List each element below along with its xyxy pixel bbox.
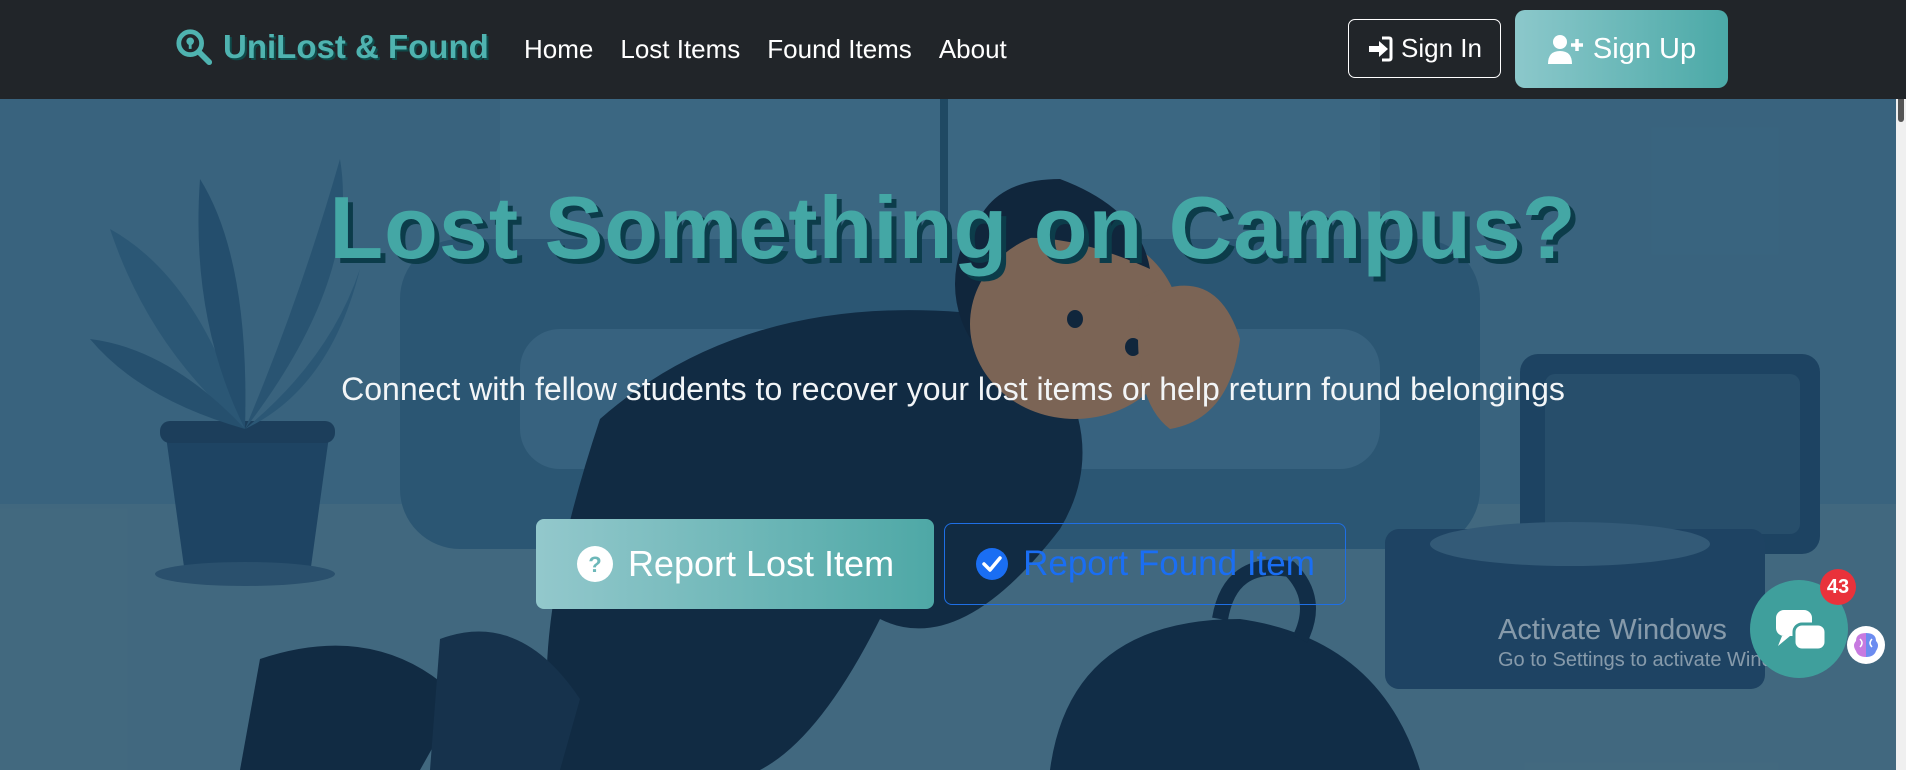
brain-icon[interactable] — [1846, 625, 1886, 665]
brand-logo[interactable]: UniLost & Found — [175, 28, 489, 66]
svg-text:?: ? — [588, 552, 601, 577]
nav-link-found-items[interactable]: Found Items — [767, 34, 912, 65]
sign-in-label: Sign In — [1401, 33, 1482, 63]
check-circle-icon — [976, 548, 1009, 580]
search-location-icon — [176, 29, 213, 66]
sign-up-label: Sign Up — [1592, 32, 1697, 65]
nav-link-home[interactable]: Home — [524, 34, 593, 65]
chat-notification-badge: 43 — [1820, 569, 1856, 605]
page-scrollbar[interactable] — [1896, 0, 1906, 770]
sign-in-button[interactable]: Sign In — [1348, 19, 1501, 78]
user-plus-icon — [1547, 35, 1583, 64]
sign-in-icon — [1369, 36, 1393, 61]
chat-bubble-icon — [1776, 610, 1828, 652]
question-circle-icon: ? — [576, 546, 613, 582]
navbar: UniLost & Found Home Lost Items Found It… — [0, 0, 1906, 99]
report-found-item-label: Report Found Item — [1023, 544, 1315, 583]
report-lost-item-label: Report Lost Item — [627, 543, 895, 584]
hero-title: Lost Something on Campus? — [329, 178, 1577, 277]
nav-link-about[interactable]: About — [939, 34, 1007, 65]
report-lost-item-button[interactable]: ? Report Lost Item — [536, 519, 934, 609]
report-found-item-button[interactable]: Report Found Item — [944, 523, 1346, 605]
nav-link-lost-items[interactable]: Lost Items — [620, 34, 740, 65]
sign-up-button[interactable]: Sign Up — [1515, 10, 1728, 88]
brand-name: UniLost & Found — [223, 28, 489, 65]
nav-links: Home Lost Items Found Items About — [524, 34, 1034, 65]
hero-subtitle: Connect with fellow students to recover … — [341, 371, 1565, 407]
